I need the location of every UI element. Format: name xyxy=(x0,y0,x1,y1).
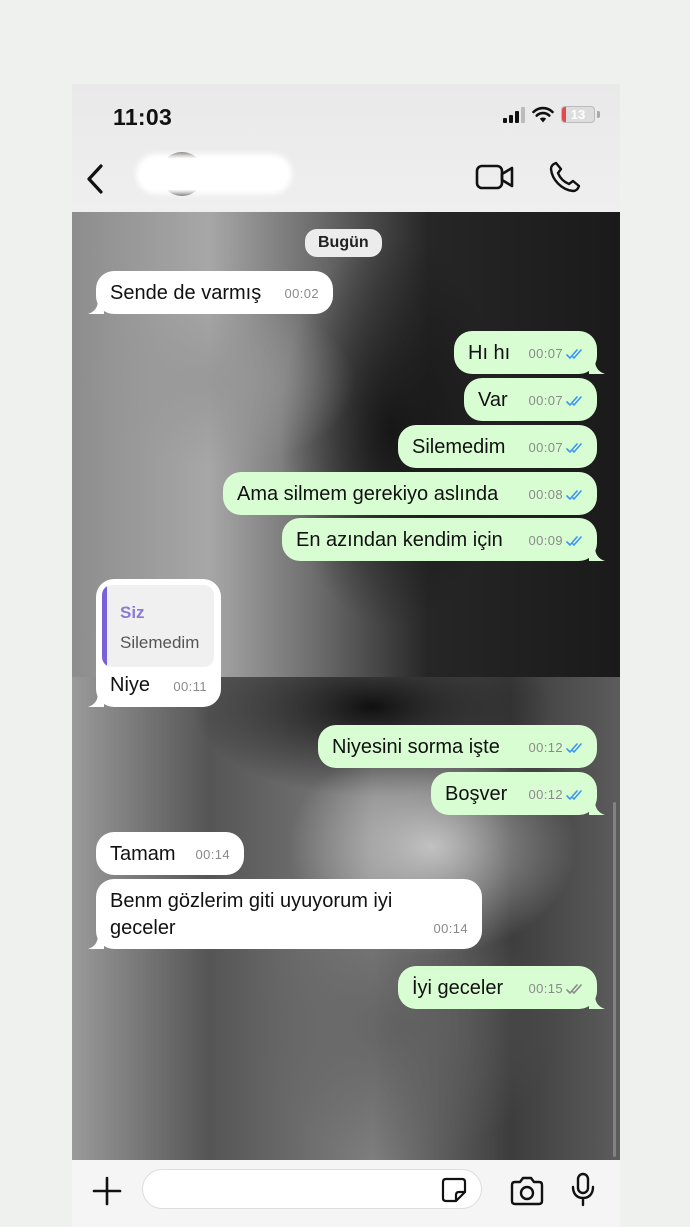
camera-icon[interactable] xyxy=(509,1176,545,1206)
contact-info[interactable] xyxy=(140,152,290,196)
message-text: Hı hı xyxy=(468,342,511,364)
read-ticks-icon xyxy=(566,396,582,407)
message-bubble-incoming[interactable]: Benm gözlerim giti uyuyorum iyi geceler … xyxy=(88,879,482,949)
wifi-icon xyxy=(532,106,554,123)
message-text: En azından kendim için xyxy=(296,529,503,551)
bubble-tail xyxy=(88,693,104,707)
message-text-line: geceler xyxy=(110,917,176,939)
quoted-message[interactable]: Siz Silemedim xyxy=(102,585,214,667)
message-bubble-outgoing[interactable]: İyi geceler 00:15 xyxy=(398,966,605,1009)
message-time: 00:07 xyxy=(528,440,563,455)
message-text: Tamam xyxy=(110,843,176,865)
quote-text: Silemedim xyxy=(120,633,200,652)
message-text-line: Benm gözlerim giti uyuyorum iyi xyxy=(110,890,393,912)
message-bubble-incoming[interactable]: Sende de varmış 00:02 xyxy=(88,271,333,314)
phone-screen: 11:03 13 Bugün Sende de varmış 00:02 Hı … xyxy=(72,84,620,1227)
video-camera-icon[interactable] xyxy=(475,162,515,192)
chevron-left-icon[interactable] xyxy=(82,162,108,196)
message-time: 00:12 xyxy=(528,787,563,802)
message-bubble-incoming[interactable]: Tamam 00:14 xyxy=(96,832,244,875)
message-composer xyxy=(72,1160,620,1227)
bubble-tail xyxy=(589,360,605,374)
message-text: Niye xyxy=(110,674,151,696)
message-bubble-outgoing[interactable]: Hı hı 00:07 xyxy=(454,331,605,374)
quote-accent-bar xyxy=(102,585,107,667)
message-text: Boşver xyxy=(445,783,508,805)
chat-header: 11:03 13 xyxy=(72,84,620,212)
read-ticks-icon xyxy=(566,790,582,801)
message-bubble-outgoing[interactable]: Ama silmem gerekiyo aslında 00:08 xyxy=(223,472,597,515)
message-time: 00:08 xyxy=(528,487,563,502)
read-ticks-icon xyxy=(566,490,582,501)
status-time: 11:03 xyxy=(113,104,173,130)
message-time: 00:14 xyxy=(195,847,230,862)
phone-icon[interactable] xyxy=(548,160,582,194)
microphone-icon[interactable] xyxy=(570,1172,596,1208)
bubble-tail xyxy=(589,995,605,1009)
plus-icon[interactable] xyxy=(91,1175,123,1207)
chat-area[interactable]: Bugün Sende de varmış 00:02 Hı hı 00:07 … xyxy=(72,212,620,1160)
sticker-icon[interactable] xyxy=(441,1177,467,1203)
message-bubble-incoming[interactable]: Siz Silemedim Niye 00:11 xyxy=(88,579,221,707)
battery-icon: 13 xyxy=(561,106,595,123)
read-ticks-icon xyxy=(566,743,582,754)
message-text: Var xyxy=(478,389,508,411)
message-bubble-outgoing[interactable]: Niyesini sorma işte 00:12 xyxy=(318,725,597,768)
message-time: 00:07 xyxy=(528,346,563,361)
message-bubble-outgoing[interactable]: Boşver 00:12 xyxy=(431,772,605,815)
battery-nub xyxy=(597,111,600,118)
message-time: 00:07 xyxy=(528,393,563,408)
cellular-signal-icon xyxy=(503,106,525,123)
redacted-contact-name xyxy=(140,158,288,190)
message-time: 00:14 xyxy=(433,921,468,936)
bubble-tail xyxy=(88,300,104,314)
scrollbar[interactable] xyxy=(613,802,616,1157)
message-time: 00:11 xyxy=(173,679,207,694)
message-bubble-outgoing[interactable]: Var 00:07 xyxy=(464,378,597,421)
message-bubble-outgoing[interactable]: En azından kendim için 00:09 xyxy=(282,518,605,561)
message-time: 00:02 xyxy=(284,286,319,301)
bubble-tail xyxy=(589,547,605,561)
message-time: 00:15 xyxy=(528,981,563,996)
status-icons: 13 xyxy=(503,106,600,123)
message-bubble-outgoing[interactable]: Silemedim 00:07 xyxy=(398,425,597,468)
message-time: 00:12 xyxy=(528,740,563,755)
date-divider: Bugün xyxy=(305,229,382,257)
message-text: Niyesini sorma işte xyxy=(332,736,500,758)
battery-percent: 13 xyxy=(570,107,586,122)
message-text: Sende de varmış xyxy=(110,282,262,304)
bubble-tail xyxy=(88,935,104,949)
message-text: Ama silmem gerekiyo aslında xyxy=(237,483,499,505)
message-time: 00:09 xyxy=(528,533,563,548)
read-ticks-icon xyxy=(566,536,582,547)
bubble-tail xyxy=(589,801,605,815)
message-text: Silemedim xyxy=(412,436,506,458)
message-text: İyi geceler xyxy=(412,977,504,999)
message-input[interactable] xyxy=(142,1169,482,1209)
read-ticks-icon xyxy=(566,349,582,360)
quote-author: Siz xyxy=(120,603,145,622)
delivered-ticks-icon xyxy=(566,984,582,995)
read-ticks-icon xyxy=(566,443,582,454)
